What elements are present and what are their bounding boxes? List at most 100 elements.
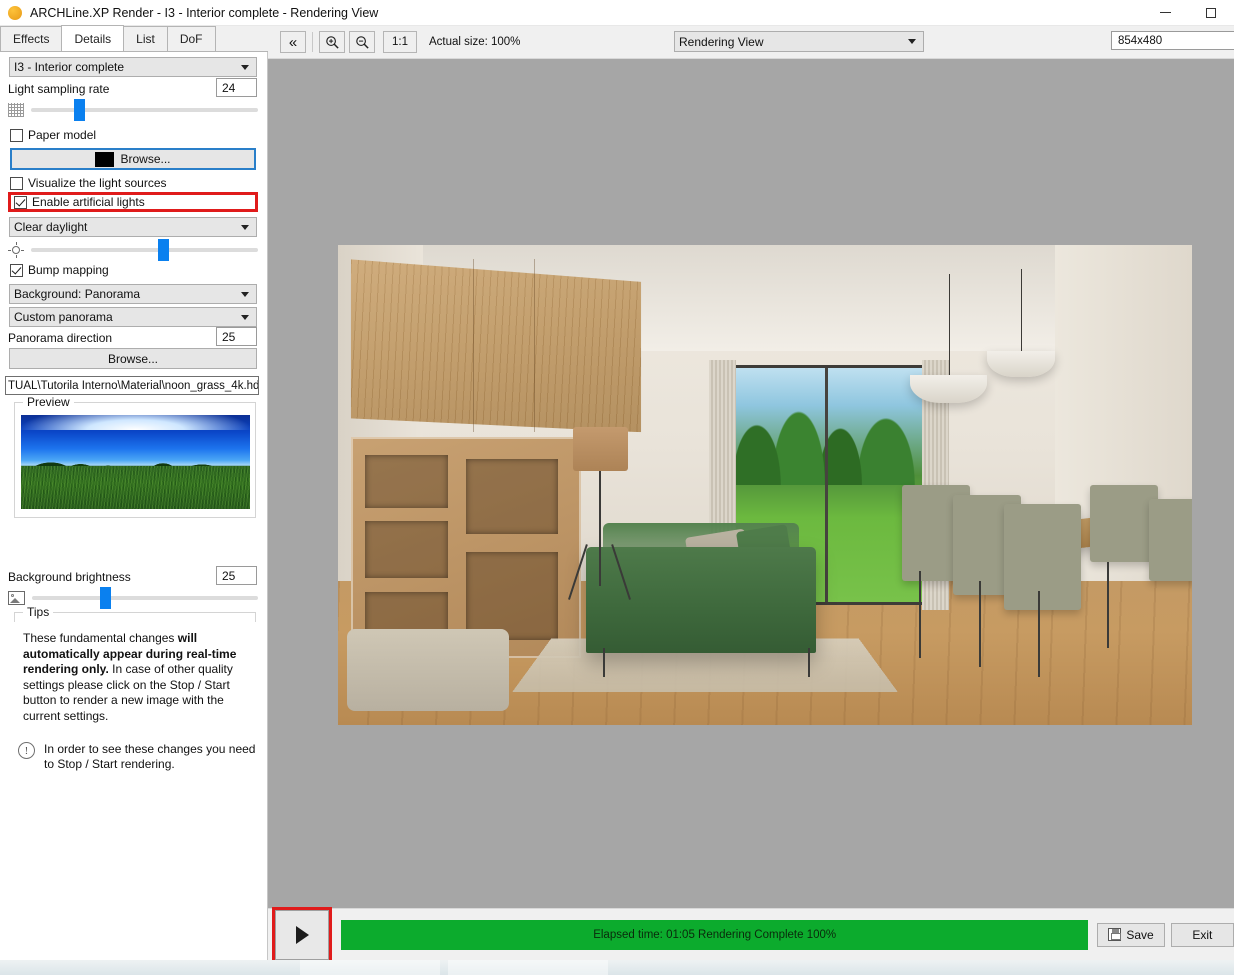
view-mode-select[interactable]: Rendering View	[674, 31, 924, 52]
panorama-browse-label: Browse...	[107, 351, 158, 366]
scene-sofa-leg-1	[602, 648, 605, 677]
grid-icon	[8, 103, 24, 117]
paper-color-browse-button[interactable]: Browse...	[10, 148, 256, 170]
tab-bar: Effects Details List DoF	[0, 25, 268, 52]
zoom-out-button[interactable]	[349, 31, 375, 53]
scene-chair-3	[1004, 504, 1081, 610]
minimize-icon	[1159, 12, 1171, 13]
info-icon: !	[18, 742, 35, 759]
save-button[interactable]: Save	[1097, 922, 1165, 947]
scene-chair-leg-4	[1106, 561, 1109, 649]
daylight-preset-select[interactable]: Clear daylight	[9, 217, 257, 237]
chevron-down-icon	[908, 39, 916, 44]
resolution-input[interactable]: 854x480	[1111, 31, 1234, 50]
scene-floor-lamp-pole	[599, 470, 602, 586]
paper-model-label: Paper model	[28, 128, 97, 142]
scene-garden-trees	[733, 379, 925, 485]
enable-artificial-lights-checkbox[interactable]: Enable artificial lights	[14, 195, 145, 209]
title-bar: ARCHLine.XP Render - I3 - Interior compl…	[0, 0, 1234, 26]
minimize-button[interactable]	[1142, 0, 1188, 26]
render-canvas[interactable]	[268, 59, 1234, 908]
panorama-sky	[21, 415, 250, 431]
panorama-source-select[interactable]: Custom panorama	[9, 307, 257, 327]
background-mode-select[interactable]: Background: Panorama	[9, 284, 257, 304]
panorama-source-value: Custom panorama	[14, 310, 113, 324]
paper-model-checkbox[interactable]: Paper model	[10, 128, 96, 142]
panorama-preview-image	[21, 415, 250, 509]
toolbar-separator	[312, 32, 313, 52]
scene-pendant-cord-2	[1021, 269, 1023, 356]
slider-thumb[interactable]	[74, 99, 86, 121]
visualize-light-sources-checkbox[interactable]: Visualize the light sources	[10, 176, 167, 190]
zoom-actual-size-button[interactable]: 1:1	[383, 31, 417, 53]
panorama-browse-button[interactable]: Browse...	[9, 348, 257, 369]
slider-thumb[interactable]	[99, 587, 111, 609]
checkbox-checked-icon	[14, 195, 27, 209]
tab-dof[interactable]: DoF	[166, 26, 216, 51]
panorama-preview-legend: Preview	[23, 395, 74, 409]
play-button-highlight	[272, 906, 332, 963]
taskbar[interactable]	[0, 960, 1234, 975]
zoom-out-icon	[355, 35, 369, 49]
image-icon	[8, 591, 25, 605]
scene-cabinet-door-lines	[351, 259, 641, 433]
collapse-panel-button[interactable]: «	[280, 31, 306, 53]
view-toolbar: « 1:1 Actual size: 100% Rendering View 8…	[268, 26, 1234, 59]
chevron-down-icon	[241, 64, 249, 70]
daylight-preset-value: Clear daylight	[14, 220, 88, 234]
zoom-in-icon	[325, 35, 339, 49]
slider-track[interactable]	[31, 99, 258, 121]
scene-chair-leg-2	[978, 581, 981, 668]
color-swatch[interactable]	[95, 151, 115, 167]
chevron-down-icon	[241, 314, 249, 320]
rendered-image[interactable]	[338, 245, 1192, 725]
scene-chair-leg-3	[1038, 590, 1041, 677]
checkbox-icon	[10, 176, 23, 190]
tab-list[interactable]: List	[123, 26, 168, 51]
window-title: ARCHLine.XP Render - I3 - Interior compl…	[30, 5, 379, 20]
exit-button[interactable]: Exit	[1170, 922, 1234, 947]
bump-mapping-checkbox[interactable]: Bump mapping	[10, 263, 109, 277]
zoom-in-button[interactable]	[319, 31, 345, 53]
daylight-brightness-slider[interactable]	[8, 239, 258, 261]
actual-size-label: Actual size: 100%	[429, 36, 521, 48]
maximize-button[interactable]	[1188, 0, 1234, 26]
paper-color-browse-label: Browse...	[120, 152, 171, 166]
sun-icon	[8, 242, 24, 258]
panorama-direction-label: Panorama direction	[8, 331, 113, 345]
slider-track[interactable]	[31, 239, 258, 261]
light-sampling-rate-input[interactable]: 24	[216, 78, 257, 97]
visualize-light-sources-label: Visualize the light sources	[28, 176, 167, 190]
tab-details[interactable]: Details	[61, 25, 125, 51]
checkbox-checked-icon	[10, 263, 23, 277]
slider-track[interactable]	[32, 587, 258, 609]
chevron-down-icon	[241, 224, 249, 230]
scene-floor-lamp-shade	[572, 427, 629, 471]
exit-button-label: Exit	[1192, 927, 1213, 942]
enable-artificial-lights-highlight: Enable artificial lights	[8, 192, 258, 212]
background-brightness-input[interactable]: 25	[216, 566, 257, 585]
bump-mapping-label: Bump mapping	[28, 263, 109, 277]
render-progress-text: Elapsed time: 01:05 Rendering Complete 1…	[593, 928, 837, 941]
scene-chair-5	[1149, 499, 1192, 581]
start-stop-render-button[interactable]	[275, 909, 329, 960]
taskbar-item-2[interactable]	[448, 960, 608, 975]
slider-thumb[interactable]	[158, 239, 170, 261]
tab-effects[interactable]: Effects	[0, 26, 63, 51]
play-icon	[295, 925, 309, 944]
render-window: ARCHLine.XP Render - I3 - Interior compl…	[0, 0, 1234, 975]
panorama-direction-input[interactable]: 25	[216, 327, 257, 346]
checkbox-icon	[10, 128, 23, 142]
double-chevron-left-icon: «	[288, 33, 298, 51]
tips-text-part1: These fundamental changes	[23, 631, 178, 645]
background-mode-value: Background: Panorama	[14, 287, 141, 301]
view-mode-value: Rendering View	[679, 34, 764, 49]
scene-preset-select[interactable]: I3 - Interior complete	[9, 57, 257, 77]
scene-pouf	[346, 629, 509, 711]
light-sampling-rate-slider[interactable]	[8, 99, 258, 121]
panorama-path-input[interactable]: TUAL\Tutorila Interno\Material\noon_gras…	[5, 376, 259, 395]
light-sampling-rate-label: Light sampling rate	[8, 82, 110, 96]
taskbar-item-1[interactable]	[300, 960, 440, 975]
status-bar: Elapsed time: 01:05 Rendering Complete 1…	[268, 906, 1234, 963]
render-progress-bar: Elapsed time: 01:05 Rendering Complete 1…	[341, 919, 1089, 950]
